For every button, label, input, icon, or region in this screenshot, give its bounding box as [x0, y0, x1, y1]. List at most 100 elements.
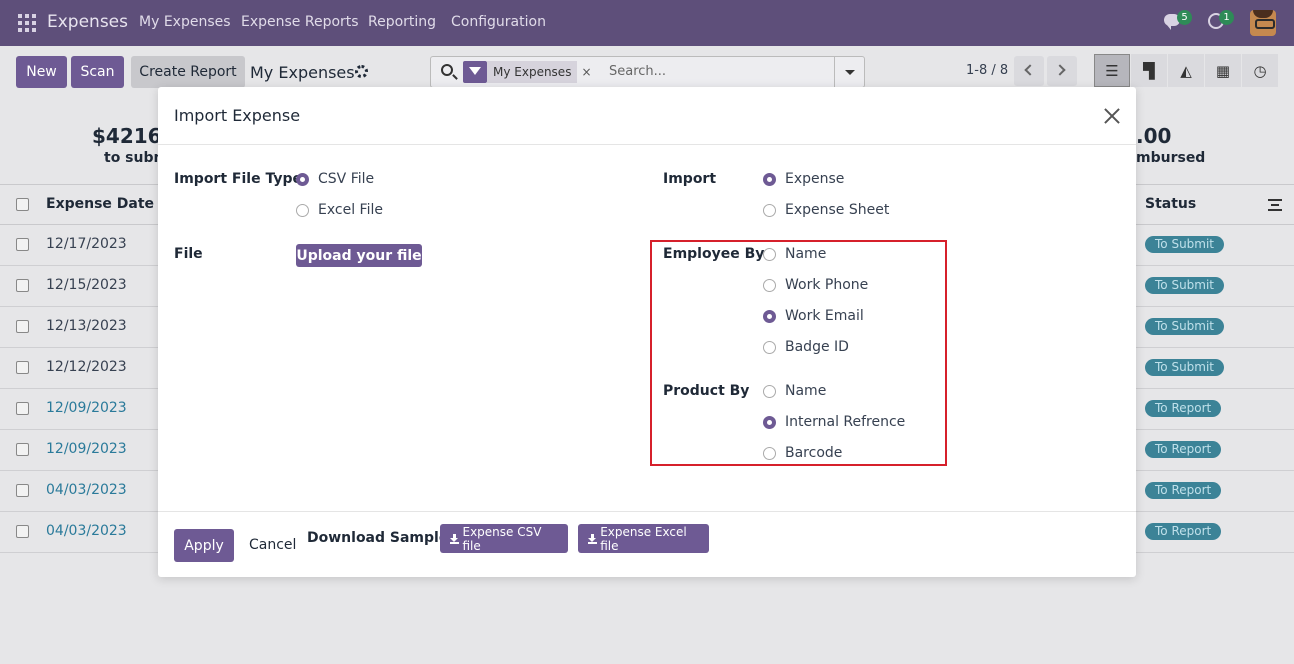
product-by-label: Product By [663, 383, 750, 399]
radio-label: Barcode [785, 445, 843, 461]
radio-label: Name [785, 246, 827, 262]
radio-work-email[interactable]: Work Email [763, 308, 864, 324]
radio-expense-sheet[interactable]: Expense Sheet [763, 202, 889, 218]
radio-label: Badge ID [785, 339, 849, 355]
status-badge: To Submit [1145, 359, 1225, 376]
summary-reimbursed-label: mbursed [1136, 150, 1206, 166]
radio-csv-file[interactable]: CSV File [296, 171, 374, 187]
search-icon[interactable] [441, 64, 453, 76]
summary-reimbursed-amount: .00 [1136, 124, 1172, 148]
row-checkbox[interactable] [16, 402, 29, 415]
radio-product-name[interactable]: Name [763, 383, 826, 399]
status-badge: To Submit [1145, 318, 1225, 335]
radio-button[interactable] [763, 340, 776, 354]
column-expense-date[interactable]: Expense Date [46, 196, 154, 212]
pager-previous-button[interactable] [1014, 56, 1044, 86]
download-excel-button[interactable]: Expense Excel file [578, 524, 709, 553]
filter-facet[interactable]: My Expenses × [463, 61, 592, 83]
menu-configuration[interactable]: Configuration [451, 14, 546, 30]
radio-button[interactable] [763, 203, 776, 217]
radio-internal-reference[interactable]: Internal Refrence [763, 414, 905, 430]
table-icon: ▦ [1215, 61, 1231, 80]
status-badge: To Report [1145, 400, 1222, 417]
optional-columns-icon[interactable] [1268, 199, 1282, 211]
radio-button[interactable] [763, 384, 776, 398]
apps-grid-icon[interactable] [18, 14, 36, 32]
employee-by-label: Employee By [663, 246, 765, 262]
create-report-button[interactable]: Create Report [131, 56, 245, 88]
menu-my-expenses[interactable]: My Expenses [139, 14, 231, 30]
radio-button[interactable] [763, 415, 776, 429]
radio-button[interactable] [763, 247, 776, 261]
modal-footer: Apply Cancel Download Sample: Expense CS… [158, 511, 1136, 577]
user-avatar[interactable] [1250, 10, 1276, 36]
row-checkbox[interactable] [16, 238, 29, 251]
status-badge: To Submit [1145, 236, 1225, 253]
column-status[interactable]: Status [1145, 196, 1196, 212]
download-csv-button[interactable]: Expense CSV file [440, 524, 568, 553]
search-options-toggle[interactable] [834, 57, 864, 87]
expense-date: 12/09/2023 [46, 441, 127, 457]
apply-button[interactable]: Apply [174, 529, 234, 562]
row-checkbox[interactable] [16, 361, 29, 374]
select-all-checkbox[interactable] [16, 198, 29, 211]
close-icon[interactable] [1103, 107, 1121, 125]
menu-expense-reports[interactable]: Expense Reports [241, 14, 359, 30]
radio-employee-name[interactable]: Name [763, 246, 826, 262]
row-checkbox[interactable] [16, 279, 29, 292]
radio-work-phone[interactable]: Work Phone [763, 277, 868, 293]
activity-view-button[interactable]: ◷ [1242, 54, 1278, 87]
expense-date: 12/12/2023 [46, 359, 127, 375]
radio-label: Work Email [785, 308, 864, 324]
new-button[interactable]: New [16, 56, 67, 88]
chevron-right-icon [1054, 64, 1066, 76]
kanban-view-button[interactable]: ▜ [1131, 54, 1167, 87]
chevron-left-icon [1024, 64, 1036, 76]
status-badge: To Report [1145, 441, 1222, 458]
import-file-type-label: Import File Type [174, 171, 302, 187]
breadcrumb: My Expenses [250, 63, 355, 82]
radio-label: Excel File [318, 202, 383, 218]
search-bar[interactable]: My Expenses × Search... [430, 56, 865, 88]
graph-view-button[interactable]: ◭ [1168, 54, 1204, 87]
row-checkbox[interactable] [16, 525, 29, 538]
radio-button[interactable] [296, 172, 309, 186]
row-checkbox[interactable] [16, 320, 29, 333]
download-sample-label: Download Sample: [307, 530, 454, 546]
filter-icon [463, 61, 487, 83]
status-badge: To Submit [1145, 277, 1225, 294]
radio-barcode[interactable]: Barcode [763, 445, 842, 461]
radio-excel-file[interactable]: Excel File [296, 202, 383, 218]
radio-badge-id[interactable]: Badge ID [763, 339, 849, 355]
gear-icon[interactable] [355, 65, 368, 78]
expense-date: 12/17/2023 [46, 236, 127, 252]
upload-file-button[interactable]: Upload your file [296, 244, 422, 267]
radio-label: Expense Sheet [785, 202, 890, 218]
clock-icon: ◷ [1253, 61, 1267, 80]
status-badge: To Report [1145, 482, 1222, 499]
expense-date: 12/15/2023 [46, 277, 127, 293]
radio-button[interactable] [296, 203, 309, 217]
radio-button[interactable] [763, 309, 776, 323]
radio-button[interactable] [763, 172, 776, 186]
expense-date: 12/13/2023 [46, 318, 127, 334]
row-checkbox[interactable] [16, 443, 29, 456]
app-name[interactable]: Expenses [47, 12, 128, 32]
radio-button[interactable] [763, 446, 776, 460]
pager-next-button[interactable] [1047, 56, 1077, 86]
pager-value[interactable]: 1-8 / 8 [966, 63, 1008, 78]
search-input[interactable]: Search... [609, 64, 666, 79]
download-csv-label: Expense CSV file [462, 524, 542, 553]
menu-reporting[interactable]: Reporting [368, 14, 436, 30]
radio-label: Work Phone [785, 277, 869, 293]
pivot-view-button[interactable]: ▦ [1205, 54, 1241, 87]
facet-close-icon[interactable]: × [581, 65, 591, 79]
cancel-button[interactable]: Cancel [249, 537, 296, 553]
radio-expense[interactable]: Expense [763, 171, 844, 187]
list-view-button[interactable]: ☰ [1094, 54, 1130, 87]
row-checkbox[interactable] [16, 484, 29, 497]
radio-button[interactable] [763, 278, 776, 292]
scan-button[interactable]: Scan [71, 56, 124, 88]
chat-count-badge: 5 [1177, 10, 1192, 25]
modal-title: Import Expense [174, 106, 301, 125]
